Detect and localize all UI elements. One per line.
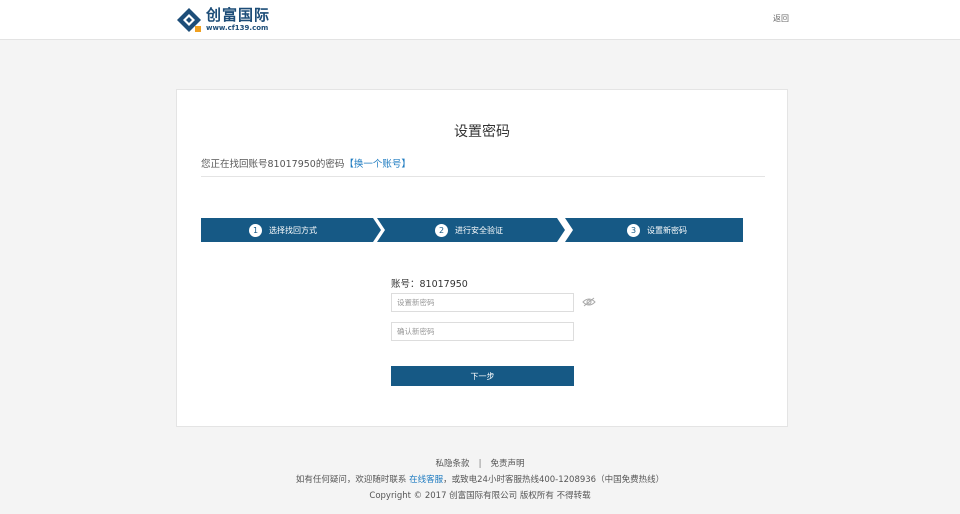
confirm-password-input[interactable] [391,322,574,341]
contact-prefix: 如有任何疑问，欢迎随时联系 [295,475,407,485]
step-label: 设置新密码 [647,225,687,235]
eye-toggle-icon[interactable] [582,297,596,307]
step-number: 2 [435,223,448,237]
progress-steps: 1 选择找回方式 2 进行安全验证 3 设置新密码 [201,218,743,242]
page-title: 设置密码 [454,124,510,140]
step-label: 进行安全验证 [455,225,503,235]
back-link[interactable]: 返回 [773,13,789,24]
step-number: 3 [627,223,640,237]
account-notice: 您正在找回账号81017950的密码【换一个账号】 [201,156,411,170]
logo-text: 创富国际 www.cf139.com [206,8,270,32]
footer-contact: 如有任何疑问，欢迎随时联系 在线客服，或致电24小时客服热线400-120893… [0,473,960,485]
notice-text: 您正在找回账号81017950的密码 [201,159,345,170]
contact-suffix: ，或致电24小时客服热线400-1208936（中国免费热线） [443,475,665,485]
top-header: 创富国际 www.cf139.com 返回 [0,0,960,40]
next-button[interactable]: 下一步 [391,366,574,386]
footer-links: 私隐条款 | 免责声明 [0,457,960,469]
privacy-link[interactable]: 私隐条款 [436,459,470,469]
new-password-input[interactable] [391,293,574,312]
logo-name: 创富国际 [206,6,271,24]
disclaimer-link[interactable]: 免责声明 [490,459,524,469]
account-label: 账号：81017950 [391,279,468,290]
site-logo[interactable]: 创富国际 www.cf139.com [176,5,270,35]
step-number: 1 [249,223,262,237]
divider [201,176,765,177]
diamond-logo-icon [177,8,201,32]
step-choose-method: 1 选择找回方式 [201,218,381,242]
copyright: Copyright © 2017 创富国际有限公司 版权所有 不得转载 [369,491,591,501]
logo-url: www.cf139.com [206,24,269,32]
step-label: 选择找回方式 [269,225,317,235]
reset-password-card: 设置密码 您正在找回账号81017950的密码【换一个账号】 1 选择找回方式 … [176,89,788,427]
step-set-new-password: 3 设置新密码 [565,218,743,242]
online-service-link[interactable]: 在线客服 [409,475,443,485]
switch-account-link[interactable]: 【换一个账号】 [344,159,411,170]
footer-separator: | [478,459,482,469]
step-security-verification: 2 进行安全验证 [377,218,565,242]
